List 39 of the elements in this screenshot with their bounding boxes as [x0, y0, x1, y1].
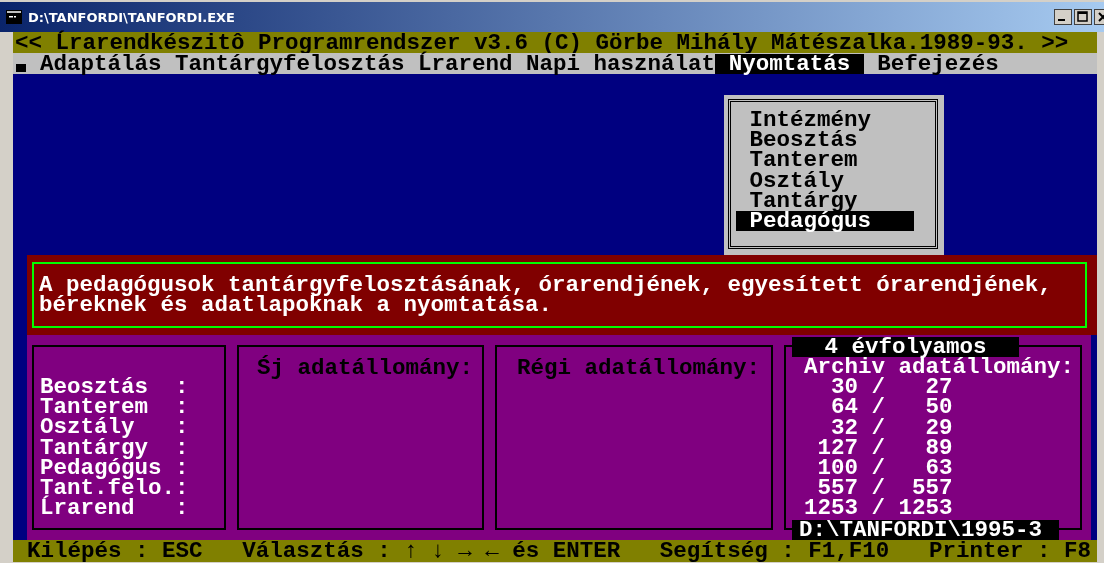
dropdown-item[interactable]: Beosztás: [736, 130, 914, 151]
dropdown-item[interactable]: Osztály: [736, 170, 914, 191]
box-heading: Archiv adatállomány:: [804, 357, 1076, 378]
data-label: Beosztás :: [40, 377, 190, 398]
key-hint: Segítség : F1,F10: [659, 541, 890, 561]
menu-item[interactable]: Napi használat: [512, 53, 716, 74]
key-hint: Választás : ↑ ↓ → ← és ENTER: [242, 541, 621, 561]
menu-item[interactable]: Tantárgyfelosztás: [161, 53, 405, 74]
dropdown-item[interactable]: Tantárgy: [736, 190, 914, 211]
archive-count: 32 / 29: [831, 417, 954, 438]
description-text: A pedagógusok tantárgyfelosztásának, órarendjének, egyesített órarendjének, béreknek és adatlapoknak a nyomtatása.: [39, 275, 1053, 315]
archive-count: 64 / 50: [830, 397, 954, 418]
key-hint: Printer : F8: [928, 541, 1091, 561]
archive-count: 557 / 557: [817, 478, 954, 499]
archive-count: 1253 / 1253: [804, 498, 953, 519]
menu-item[interactable]: Adaptálás: [26, 53, 162, 74]
window-title: D:\TANFORDI\TANFORDI.EXE: [28, 9, 236, 25]
data-label: Osztály :: [40, 417, 190, 438]
menu-item[interactable]: Nyomtatás: [715, 53, 864, 74]
archive-count: 30 / 27: [830, 377, 953, 398]
console-icon: [6, 10, 22, 24]
archive-path: D:\TANFORDI\1995-3: [792, 520, 1059, 540]
maximize-button[interactable]: [1074, 9, 1092, 25]
dropdown-item[interactable]: Pedagógus: [736, 210, 914, 232]
minimize-button[interactable]: [1054, 9, 1072, 25]
program-title: << Ĺrarendkészitô Programrendszer v3.6 (C) Görbe Mihály Mátészalka.1989-93. >>: [15, 32, 1069, 53]
dropdown-item[interactable]: Intézmény: [736, 110, 914, 131]
data-label: Tantárgy :: [40, 437, 190, 458]
menu-item[interactable]: Befejezés: [863, 53, 999, 74]
archive-title: 4 évfolyamos: [792, 337, 1019, 357]
menu-item[interactable]: Ĺrarend: [404, 53, 513, 74]
data-label: Tanterem :: [40, 397, 190, 418]
archive-count: 127 / 89: [816, 437, 954, 458]
data-label: Pedagógus :: [40, 457, 190, 478]
text-cursor: [16, 64, 26, 72]
dropdown-item[interactable]: Tanterem: [736, 150, 914, 171]
box-heading: Régi adatállomány:: [517, 358, 762, 378]
key-hint: Kilépés : ESC: [27, 541, 203, 561]
archive-count: 100 / 63: [816, 457, 954, 479]
